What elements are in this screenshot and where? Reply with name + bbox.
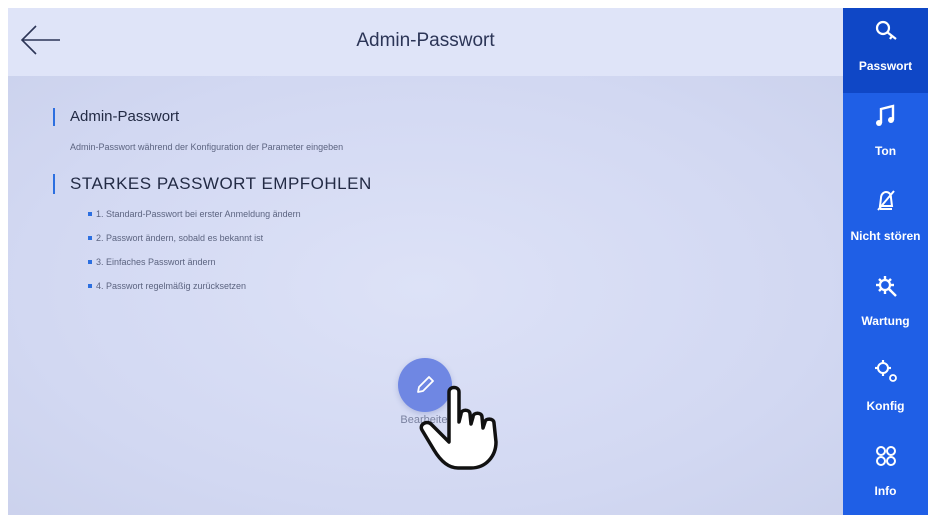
gears-icon [875, 360, 897, 382]
sidebar-item-label: Ton [874, 144, 897, 158]
info-grid-icon [876, 446, 896, 466]
pointing-hand-icon [419, 385, 498, 470]
key-icon [875, 20, 897, 40]
sidebar-item-label: Nicht stören [850, 229, 921, 243]
top-bar: Admin-Passwort [8, 8, 843, 76]
music-note-icon [876, 104, 895, 126]
section-title-strong-password: STARKES PASSWORT EMPFOHLEN [53, 174, 372, 194]
section-description: Admin-Passwort während der Konfiguration… [70, 142, 344, 152]
list-item: 1. Standard-Passwort bei erster Anmeldun… [88, 208, 301, 232]
sidebar-item-passwort[interactable]: Passwort [843, 8, 928, 93]
sidebar-item-label: Info [874, 484, 897, 498]
maintenance-gear-icon [876, 276, 897, 297]
recommendation-list: 1. Standard-Passwort bei erster Anmeldun… [88, 208, 301, 304]
list-item: 2. Passwort ändern, sobald es bekannt is… [88, 232, 301, 256]
sidebar: Passwort Ton Nicht stören Wartung Konfig… [843, 8, 928, 515]
list-item: 3. Einfaches Passwort ändern [88, 256, 301, 280]
bell-off-icon [877, 190, 895, 211]
sidebar-item-nicht-stoeren[interactable]: Nicht stören [843, 178, 928, 263]
page-title: Admin-Passwort [356, 30, 495, 51]
sidebar-item-info[interactable]: Info [843, 433, 928, 515]
sidebar-item-ton[interactable]: Ton [843, 93, 928, 178]
sidebar-item-konfig[interactable]: Konfig [843, 348, 928, 433]
section-title-admin-password: Admin-Passwort [53, 108, 179, 126]
sidebar-item-label: Wartung [861, 314, 910, 328]
sidebar-item-label: Konfig [866, 399, 905, 413]
list-item: 4. Passwort regelmäßig zurücksetzen [88, 280, 301, 304]
sidebar-item-label: Passwort [858, 59, 913, 73]
screen: Admin-Passwort Admin-Passwort Admin-Pass… [8, 8, 928, 515]
main-content: Admin-Passwort Admin-Passwort während de… [8, 76, 843, 515]
sidebar-item-wartung[interactable]: Wartung [843, 263, 928, 348]
